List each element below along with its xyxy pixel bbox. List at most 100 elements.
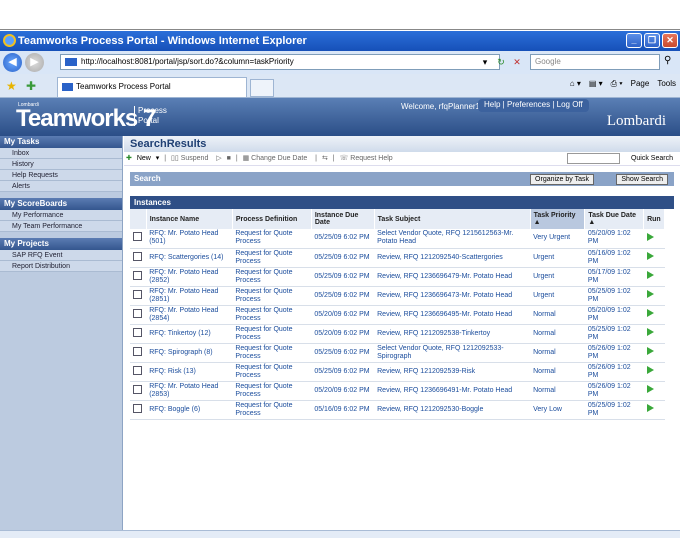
sidebar-item-report-distribution[interactable]: Report Distribution	[0, 261, 122, 272]
row-checkbox[interactable]	[133, 365, 142, 375]
process-definition-cell[interactable]: Request for Quote Process	[232, 267, 312, 287]
column-process-definition[interactable]: Process Definition	[232, 209, 312, 229]
minimize-button[interactable]: _	[626, 33, 642, 48]
row-checkbox[interactable]	[133, 289, 142, 299]
instance-name-cell[interactable]: RFQ: Spirograph (8)	[146, 343, 233, 363]
column-task-priority[interactable]: Task Priority ▲	[530, 209, 586, 229]
organize-by-task-button[interactable]: Organize by Task	[530, 174, 594, 185]
stop-icon[interactable]: ✕	[510, 55, 524, 69]
page-menu[interactable]: Page	[631, 79, 650, 89]
table-row[interactable]: RFQ: Mr. Potato Head (501) Request for Qu…	[130, 229, 665, 249]
row-checkbox[interactable]	[133, 403, 142, 413]
row-checkbox[interactable]	[133, 251, 142, 261]
instance-name-cell[interactable]: RFQ: Mr. Potato Head (501)	[146, 229, 233, 249]
column-task-subject[interactable]: Task Subject	[374, 209, 531, 229]
row-checkbox[interactable]	[133, 308, 142, 318]
run-play-icon[interactable]	[646, 385, 654, 393]
process-definition-cell[interactable]: Request for Quote Process	[232, 229, 312, 249]
quick-search-button[interactable]: Quick Search	[631, 152, 673, 166]
stop-square-icon[interactable]: ■	[227, 155, 231, 162]
run-play-icon[interactable]	[646, 404, 654, 412]
new-button[interactable]: ✚ New ▾	[126, 155, 159, 162]
favorites-star-icon[interactable]: ★	[6, 79, 17, 93]
table-row[interactable]: RFQ: Boggle (6) Request for Quote Process…	[130, 400, 665, 420]
table-row[interactable]: RFQ: Scattergories (14) Request for Quote…	[130, 248, 665, 268]
close-button[interactable]: ✕	[662, 33, 678, 48]
row-checkbox[interactable]	[133, 384, 142, 394]
search-input[interactable]: Google	[530, 54, 660, 70]
print-icon[interactable]: ⎙ ▾	[611, 79, 623, 89]
process-definition-cell[interactable]: Request for Quote Process	[232, 362, 312, 382]
table-row[interactable]: RFQ: Mr. Potato Head (2853) Request for Q…	[130, 381, 665, 401]
address-bar[interactable]: http://localhost:8081/portal/jsp/sort.do…	[60, 54, 500, 70]
quick-search-input[interactable]	[567, 153, 620, 164]
run-play-icon[interactable]	[646, 290, 654, 298]
process-definition-cell[interactable]: Request for Quote Process	[232, 381, 312, 401]
process-definition-cell[interactable]: Request for Quote Process	[232, 400, 312, 420]
table-row[interactable]: RFQ: Mr. Potato Head (2852) Request for Q…	[130, 267, 665, 287]
browser-tab[interactable]: Teamworks Process Portal	[57, 77, 247, 97]
reassign-icon[interactable]: ⇆	[322, 155, 328, 162]
instance-name-cell[interactable]: RFQ: Tinkertoy (12)	[146, 324, 233, 344]
feeds-icon[interactable]: ▤ ▾	[589, 79, 603, 89]
instance-name-cell[interactable]: RFQ: Mr. Potato Head (2852)	[146, 267, 233, 287]
table-row[interactable]: RFQ: Spirograph (8) Request for Quote Pro…	[130, 343, 665, 363]
row-checkbox[interactable]	[133, 346, 142, 356]
back-button[interactable]: ◀	[3, 53, 22, 72]
run-play-icon[interactable]	[646, 232, 654, 241]
instance-name-cell[interactable]: RFQ: Mr. Potato Head (2853)	[146, 381, 233, 401]
run-play-icon[interactable]	[646, 366, 654, 374]
refresh-icon[interactable]: ↻	[494, 55, 508, 69]
run-play-icon[interactable]	[646, 347, 654, 355]
request-help-button[interactable]: ☏ Request Help	[340, 155, 396, 162]
run-play-icon[interactable]	[646, 328, 654, 336]
sidebar-item-sap-rfq-event[interactable]: SAP RFQ Event	[0, 250, 122, 261]
change-due-date-button[interactable]: ▦ Change Due Date	[243, 155, 311, 162]
sidebar-item-history[interactable]: History	[0, 159, 122, 170]
sidebar-section-projects[interactable]: My Projects	[0, 238, 122, 250]
instance-name-cell[interactable]: RFQ: Mr. Potato Head (2854)	[146, 305, 233, 325]
instance-name-cell[interactable]: RFQ: Boggle (6)	[146, 400, 233, 420]
run-play-icon[interactable]	[646, 252, 654, 260]
sidebar-item-inbox[interactable]: Inbox	[0, 148, 122, 159]
table-row[interactable]: RFQ: Mr. Potato Head (2854) Request for Q…	[130, 305, 665, 325]
home-icon[interactable]: ⌂ ▾	[570, 79, 581, 89]
dropdown-icon[interactable]: ▾	[478, 55, 492, 69]
forward-button[interactable]: ▶	[25, 53, 44, 72]
process-definition-cell[interactable]: Request for Quote Process	[232, 305, 312, 325]
sidebar-item-my-performance[interactable]: My Performance	[0, 210, 122, 221]
process-definition-cell[interactable]: Request for Quote Process	[232, 248, 312, 268]
row-checkbox[interactable]	[133, 327, 142, 337]
sidebar-item-help-requests[interactable]: Help Requests	[0, 170, 122, 181]
process-definition-cell[interactable]: Request for Quote Process	[232, 324, 312, 344]
column-instance-name[interactable]: Instance Name	[146, 209, 233, 229]
sidebar-item-alerts[interactable]: Alerts	[0, 181, 122, 192]
table-row[interactable]: RFQ: Risk (13) Request for Quote Process 0…	[130, 362, 665, 382]
resume-icon[interactable]: ▷	[216, 155, 221, 162]
show-search-button[interactable]: Show Search	[616, 174, 668, 185]
search-icon[interactable]: ⚲	[664, 55, 671, 66]
process-definition-cell[interactable]: Request for Quote Process	[232, 286, 312, 306]
run-play-icon[interactable]	[646, 309, 654, 317]
table-row[interactable]: RFQ: Mr. Potato Head (2851) Request for Q…	[130, 286, 665, 306]
restore-button[interactable]: ❐	[644, 33, 660, 48]
sidebar-item-team-performance[interactable]: My Team Performance	[0, 221, 122, 232]
instance-name-cell[interactable]: RFQ: Scattergories (14)	[146, 248, 233, 268]
sidebar-section-scoreboards[interactable]: My ScoreBoards	[0, 198, 122, 210]
new-tab-button[interactable]	[250, 79, 274, 97]
run-cell	[643, 305, 665, 325]
column-task-due-date[interactable]: Task Due Date ▲	[584, 209, 645, 229]
tools-menu[interactable]: Tools	[657, 79, 676, 89]
column-instance-due-date[interactable]: Instance Due Date	[311, 209, 375, 229]
process-definition-cell[interactable]: Request for Quote Process	[232, 343, 312, 363]
suspend-button[interactable]: ▯▯ Suspend	[171, 155, 211, 162]
run-play-icon[interactable]	[646, 271, 654, 279]
instance-name-cell[interactable]: RFQ: Risk (13)	[146, 362, 233, 382]
add-favorite-icon[interactable]: ✚	[26, 79, 36, 93]
row-checkbox[interactable]	[133, 270, 142, 280]
table-row[interactable]: RFQ: Tinkertoy (12) Request for Quote Pro…	[130, 324, 665, 344]
row-checkbox[interactable]	[133, 232, 142, 242]
sidebar-section-my-tasks[interactable]: My Tasks	[0, 136, 122, 148]
header-links[interactable]: Help | Preferences | Log Off	[478, 99, 589, 112]
instance-name-cell[interactable]: RFQ: Mr. Potato Head (2851)	[146, 286, 233, 306]
